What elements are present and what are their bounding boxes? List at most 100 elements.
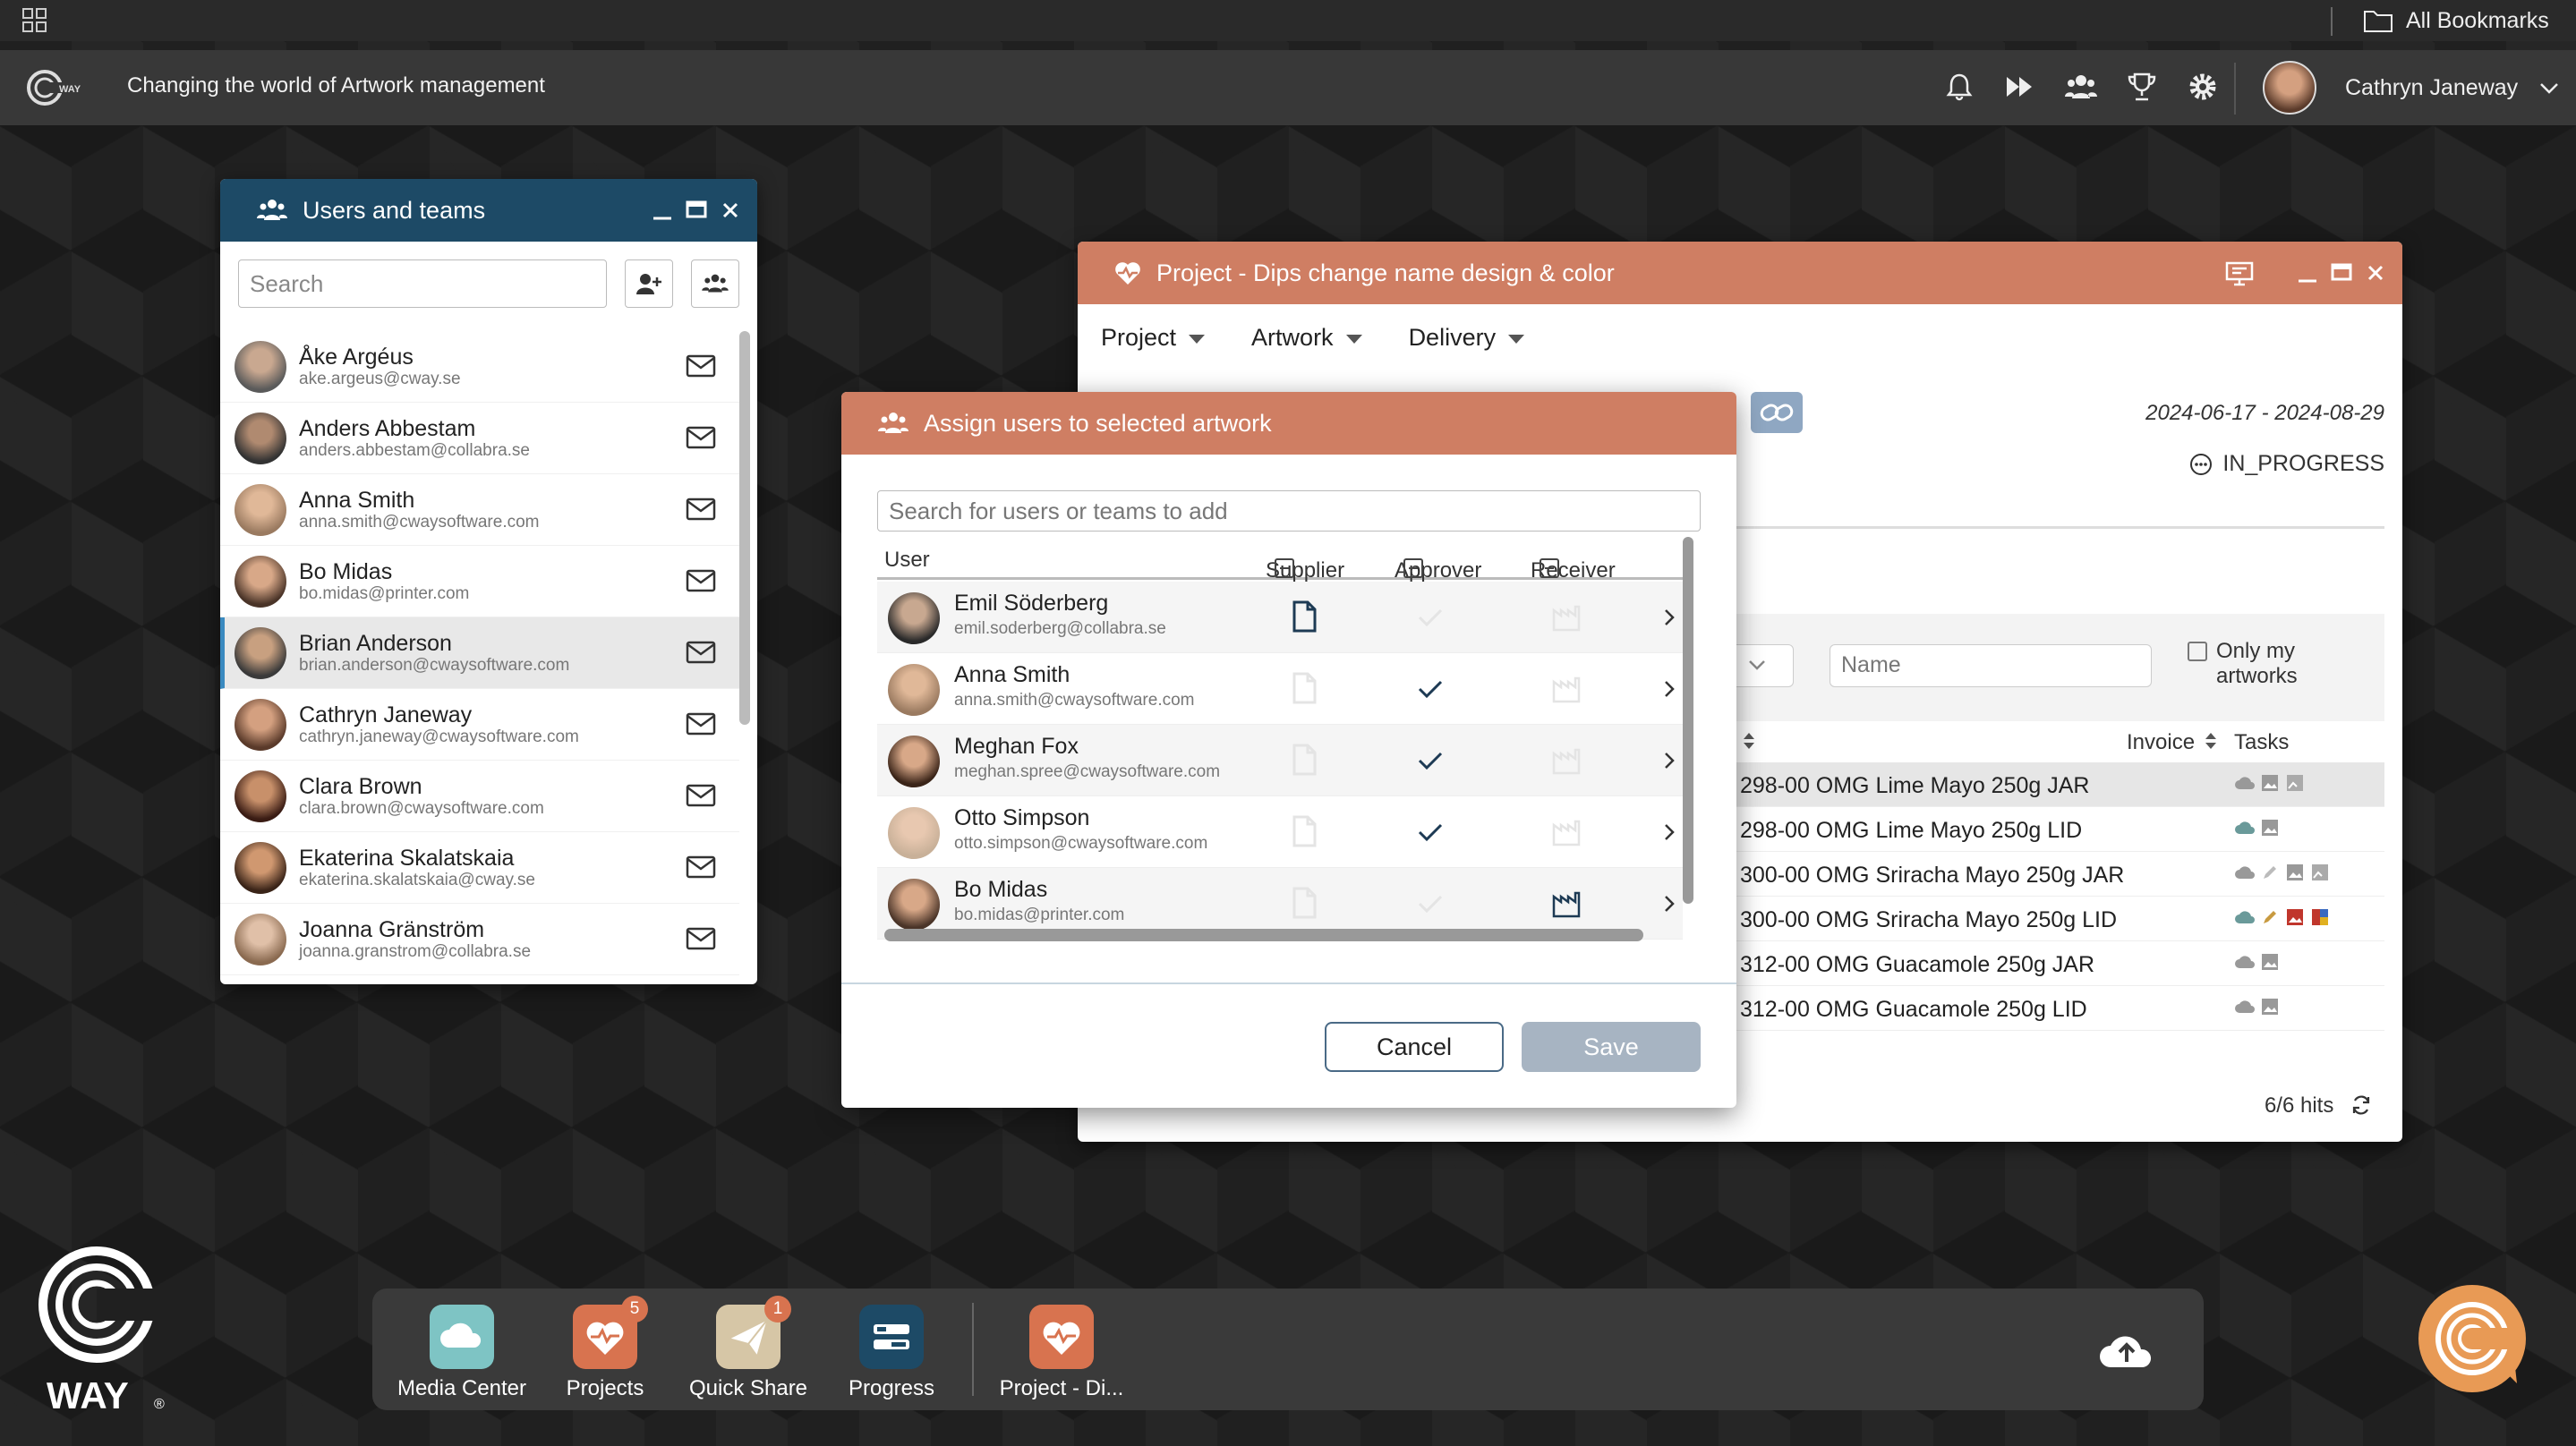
factory-icon[interactable] bbox=[1550, 673, 1582, 705]
list-item[interactable]: Bo Midas bo.midas@printer.com bbox=[220, 546, 739, 617]
maximize-icon[interactable] bbox=[2331, 259, 2352, 285]
avatar bbox=[235, 412, 286, 464]
factory-icon[interactable] bbox=[1550, 816, 1582, 848]
check-icon[interactable] bbox=[1414, 744, 1446, 777]
cway-logo-icon[interactable]: WAY bbox=[25, 66, 93, 109]
minimize-icon[interactable] bbox=[652, 197, 673, 222]
user-name[interactable]: Cathryn Janeway bbox=[2345, 75, 2518, 101]
table-row[interactable]: Emil Söderberg emil.soderberg@collabra.s… bbox=[877, 582, 1683, 653]
mail-icon[interactable] bbox=[686, 567, 716, 594]
mail-icon[interactable] bbox=[686, 353, 716, 379]
list-item[interactable]: Åke Argéus ake.argeus@cway.se bbox=[220, 331, 739, 403]
check-icon[interactable] bbox=[1414, 673, 1446, 705]
file-icon[interactable] bbox=[1291, 886, 1318, 920]
chevron-right-icon[interactable] bbox=[1661, 605, 1677, 630]
name-filter-input[interactable]: Name bbox=[1830, 644, 2152, 687]
list-item[interactable]: Ekaterina Skalatskaia ekaterina.skalatska… bbox=[220, 832, 739, 904]
file-icon[interactable] bbox=[1291, 671, 1318, 705]
minus-square-icon[interactable] bbox=[1403, 558, 1423, 578]
users-search-input[interactable]: Search bbox=[238, 259, 607, 308]
sort-icon[interactable] bbox=[1742, 730, 1756, 752]
mail-icon[interactable] bbox=[686, 854, 716, 880]
trophy-icon[interactable] bbox=[2125, 70, 2159, 104]
table-row[interactable]: Anna Smith anna.smith@cwaysoftware.com bbox=[877, 653, 1683, 725]
image-edit-icon bbox=[2312, 909, 2328, 925]
list-item[interactable]: Anna Smith anna.smith@cwaysoftware.com bbox=[220, 474, 739, 546]
file-icon[interactable] bbox=[1291, 814, 1318, 848]
chat-help-button[interactable] bbox=[2418, 1285, 2526, 1392]
menu-project[interactable]: Project bbox=[1101, 324, 1206, 352]
menu-artwork[interactable]: Artwork bbox=[1251, 324, 1362, 352]
factory-icon[interactable] bbox=[1550, 888, 1582, 920]
add-user-button[interactable] bbox=[625, 259, 673, 308]
minimize-icon[interactable] bbox=[2297, 259, 2318, 285]
menu-delivery[interactable]: Delivery bbox=[1409, 324, 1525, 352]
window-header[interactable]: Project - Dips change name design & colo… bbox=[1078, 242, 2402, 304]
check-icon[interactable] bbox=[1414, 888, 1446, 920]
minus-square-icon[interactable] bbox=[1540, 558, 1559, 578]
mail-icon[interactable] bbox=[686, 496, 716, 523]
check-icon[interactable] bbox=[1414, 816, 1446, 848]
grid-menu-icon[interactable] bbox=[21, 7, 48, 34]
list-item[interactable]: Joanna Gränström joanna.granstrom@collabr… bbox=[220, 904, 739, 975]
all-bookmarks-button[interactable]: All Bookmarks bbox=[2363, 5, 2549, 36]
cloud-icon bbox=[2235, 866, 2255, 879]
user-name: Anna Smith bbox=[299, 487, 415, 513]
table-row[interactable]: Otto Simpson otto.simpson@cwaysoftware.c… bbox=[877, 796, 1683, 868]
sort-icon[interactable] bbox=[2204, 730, 2218, 752]
mail-icon[interactable] bbox=[686, 782, 716, 809]
mail-icon[interactable] bbox=[686, 424, 716, 451]
factory-icon[interactable] bbox=[1550, 744, 1582, 777]
close-icon[interactable] bbox=[720, 197, 741, 222]
dock-item-projects[interactable]: 5 Projects bbox=[533, 1296, 677, 1401]
check-icon[interactable] bbox=[1414, 601, 1446, 634]
file-icon[interactable] bbox=[1291, 743, 1318, 777]
bell-icon[interactable] bbox=[1942, 70, 1976, 104]
cancel-button[interactable]: Cancel bbox=[1325, 1022, 1504, 1072]
user-avatar[interactable] bbox=[2263, 61, 2316, 115]
chevron-right-icon[interactable] bbox=[1661, 676, 1677, 702]
assign-search-input[interactable]: Search for users or teams to add bbox=[877, 490, 1701, 532]
save-button[interactable]: Save bbox=[1522, 1022, 1701, 1072]
add-team-button[interactable] bbox=[691, 259, 739, 308]
table-row[interactable]: Meghan Fox meghan.spree@cwaysoftware.com bbox=[877, 725, 1683, 796]
mail-icon[interactable] bbox=[686, 925, 716, 952]
chevron-right-icon[interactable] bbox=[1661, 748, 1677, 773]
minus-square-icon[interactable] bbox=[1275, 558, 1294, 578]
checkbox[interactable] bbox=[2188, 642, 2207, 661]
cloud-upload-icon[interactable] bbox=[2096, 1326, 2157, 1373]
link-button[interactable] bbox=[1751, 392, 1803, 433]
users-list: Åke Argéus ake.argeus@cway.se Anders Abbe… bbox=[220, 331, 739, 984]
list-item[interactable]: Brian Anderson brian.anderson@cwaysoftwar… bbox=[220, 617, 739, 689]
close-icon[interactable] bbox=[2365, 259, 2386, 285]
factory-icon[interactable] bbox=[1550, 601, 1582, 634]
column-header-invoice[interactable]: Invoice bbox=[2127, 730, 2195, 755]
window-header[interactable]: Users and teams bbox=[220, 179, 757, 242]
list-item[interactable]: Anders Abbestam anders.abbestam@collabra.… bbox=[220, 403, 739, 474]
gear-icon[interactable] bbox=[2186, 70, 2220, 104]
list-item[interactable]: Clara Brown clara.brown@cwaysoftware.com bbox=[220, 761, 739, 832]
dialog-title: Assign users to selected artwork bbox=[924, 409, 1272, 437]
list-item[interactable]: Cathryn Janeway cathryn.janeway@cwaysoftw… bbox=[220, 689, 739, 761]
chevron-right-icon[interactable] bbox=[1661, 820, 1677, 845]
presentation-icon[interactable] bbox=[2223, 259, 2256, 286]
dock-item-media-center[interactable]: Media Center bbox=[390, 1305, 533, 1401]
chevron-right-icon[interactable] bbox=[1661, 891, 1677, 916]
dialog-header[interactable]: Assign users to selected artwork bbox=[841, 392, 1736, 455]
dock-item-progress[interactable]: Progress bbox=[820, 1305, 963, 1401]
refresh-icon[interactable] bbox=[2350, 1094, 2372, 1116]
chevron-down-icon[interactable] bbox=[2538, 77, 2560, 98]
mail-icon[interactable] bbox=[686, 710, 716, 737]
mail-icon[interactable] bbox=[686, 639, 716, 666]
maximize-icon[interactable] bbox=[686, 197, 707, 222]
scrollbar[interactable] bbox=[739, 331, 750, 725]
dock-item-project-window[interactable]: Project - Di... bbox=[990, 1305, 1133, 1401]
team-icon[interactable] bbox=[2064, 70, 2098, 104]
file-icon[interactable] bbox=[1291, 600, 1318, 634]
vertical-scrollbar[interactable] bbox=[1683, 537, 1693, 904]
horizontal-scrollbar[interactable] bbox=[884, 929, 1643, 941]
dock-item-quick-share[interactable]: 1 Quick Share bbox=[677, 1296, 820, 1401]
fast-forward-icon[interactable] bbox=[2003, 70, 2037, 104]
only-my-artworks-checkbox[interactable]: Only my artworks bbox=[2188, 639, 2333, 689]
svg-text:WAY: WAY bbox=[59, 84, 81, 95]
